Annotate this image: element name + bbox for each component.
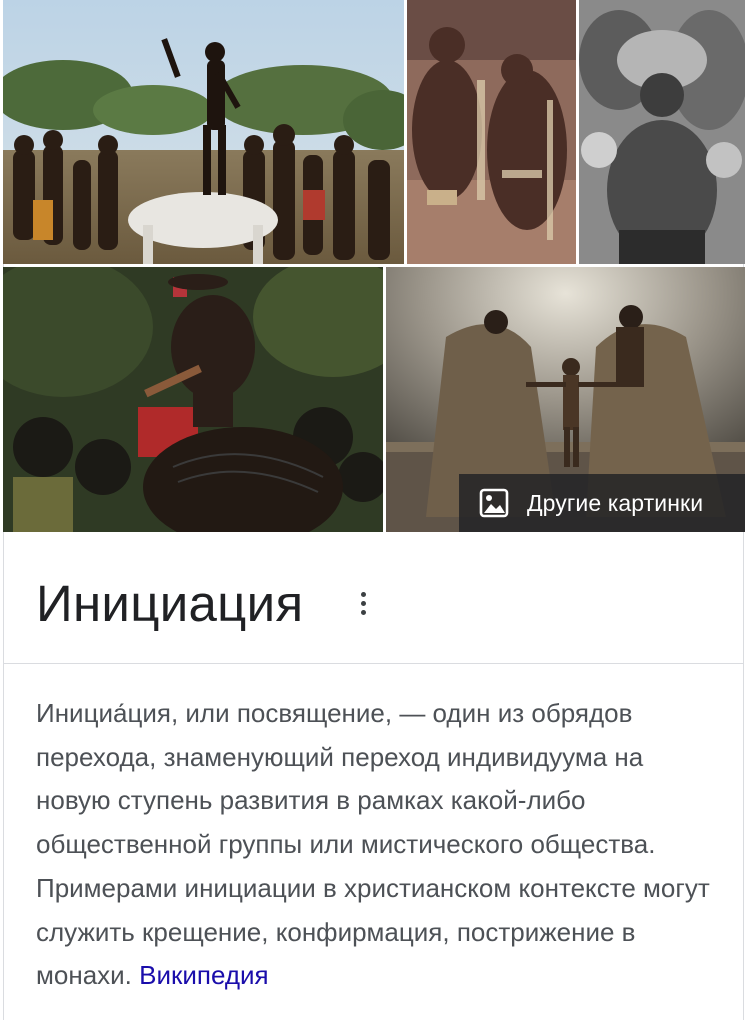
initiate-portrait-image[interactable] bbox=[3, 267, 383, 532]
more-images-label: Другие картинки bbox=[527, 489, 704, 516]
tribal-group-image[interactable] bbox=[407, 0, 576, 264]
entity-header: Инициация bbox=[3, 534, 744, 664]
more-images-button[interactable]: Другие картинки bbox=[459, 474, 745, 532]
more-vert-icon[interactable] bbox=[351, 592, 375, 622]
masked-man-image[interactable] bbox=[579, 0, 745, 264]
wikipedia-link[interactable]: Википедия bbox=[139, 960, 269, 990]
image-gallery: Другие картинки bbox=[0, 0, 748, 534]
ceremony-dance-image[interactable] bbox=[3, 0, 404, 264]
entity-title: Инициация bbox=[36, 575, 304, 632]
description-text: Инициа́ция, или посвящение, — один из об… bbox=[36, 698, 710, 991]
entity-description: Инициа́ция, или посвящение, — один из об… bbox=[36, 692, 716, 998]
image-icon bbox=[479, 488, 509, 518]
